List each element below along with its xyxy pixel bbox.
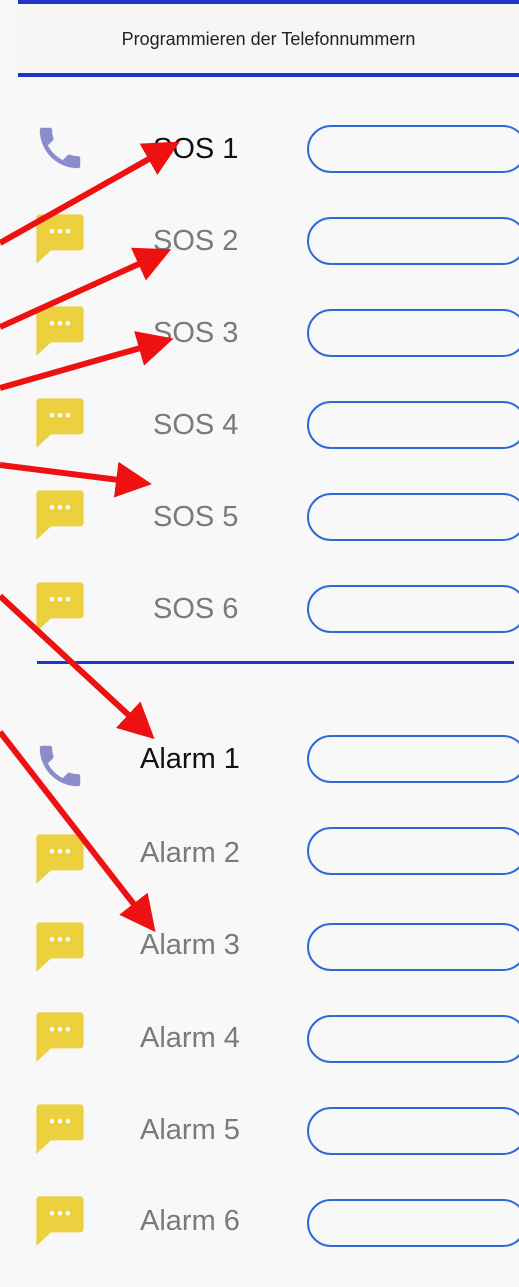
sos-row-3: SOS 3 bbox=[0, 289, 519, 381]
message-icon[interactable] bbox=[33, 1009, 87, 1063]
alarm-label: Alarm 4 bbox=[140, 1022, 240, 1054]
message-icon[interactable] bbox=[33, 831, 87, 885]
alarm-3-number-field[interactable] bbox=[307, 923, 519, 971]
sos-label: SOS 5 bbox=[153, 501, 239, 533]
message-icon[interactable] bbox=[33, 211, 87, 265]
sos-5-number-field[interactable] bbox=[307, 493, 519, 541]
sos-4-number-field[interactable] bbox=[307, 401, 519, 449]
alarm-label: Alarm 1 bbox=[140, 743, 240, 775]
alarm-4-number-field[interactable] bbox=[307, 1015, 519, 1063]
phone-icon[interactable] bbox=[33, 739, 87, 793]
sos-3-number-field[interactable] bbox=[307, 309, 519, 357]
message-icon[interactable] bbox=[33, 303, 87, 357]
alarm-label: Alarm 5 bbox=[140, 1114, 240, 1146]
sos-label: SOS 6 bbox=[153, 593, 239, 625]
alarm-label: Alarm 2 bbox=[140, 837, 240, 869]
message-icon[interactable] bbox=[33, 919, 87, 973]
alarm-5-number-field[interactable] bbox=[307, 1107, 519, 1155]
sos-row-2: SOS 2 bbox=[0, 197, 519, 289]
sos-row-1: SOS 1 bbox=[0, 105, 519, 197]
alarm-row-1: Alarm 1 bbox=[0, 715, 519, 807]
alarm-1-number-field[interactable] bbox=[307, 735, 519, 783]
alarm-label: Alarm 3 bbox=[140, 929, 240, 961]
alarm-row-2: Alarm 2 bbox=[0, 807, 519, 899]
sos-row-5: SOS 5 bbox=[0, 473, 519, 565]
message-icon[interactable] bbox=[33, 579, 87, 633]
sos-label: SOS 3 bbox=[153, 317, 239, 349]
page-title: Programmieren der Telefonnummern bbox=[18, 4, 519, 74]
section-divider bbox=[37, 661, 514, 664]
sos-row-6: SOS 6 bbox=[0, 565, 519, 657]
message-icon[interactable] bbox=[33, 1101, 87, 1155]
alarm-row-3: Alarm 3 bbox=[0, 899, 519, 991]
alarm-2-number-field[interactable] bbox=[307, 827, 519, 875]
sos-2-number-field[interactable] bbox=[307, 217, 519, 265]
message-icon[interactable] bbox=[33, 395, 87, 449]
alarm-6-number-field[interactable] bbox=[307, 1199, 519, 1247]
sos-label: SOS 4 bbox=[153, 409, 239, 441]
alarm-row-4: Alarm 4 bbox=[0, 991, 519, 1083]
alarm-label: Alarm 6 bbox=[140, 1205, 240, 1237]
phone-icon[interactable] bbox=[33, 121, 87, 175]
sos-row-4: SOS 4 bbox=[0, 381, 519, 473]
sos-1-number-field[interactable] bbox=[307, 125, 519, 173]
sos-label: SOS 1 bbox=[153, 133, 239, 165]
alarm-row-6: Alarm 6 bbox=[0, 1175, 519, 1267]
sos-6-number-field[interactable] bbox=[307, 585, 519, 633]
sos-label: SOS 2 bbox=[153, 225, 239, 257]
header-divider bbox=[18, 73, 519, 77]
alarm-row-5: Alarm 5 bbox=[0, 1083, 519, 1175]
message-icon[interactable] bbox=[33, 487, 87, 541]
message-icon[interactable] bbox=[33, 1193, 87, 1247]
